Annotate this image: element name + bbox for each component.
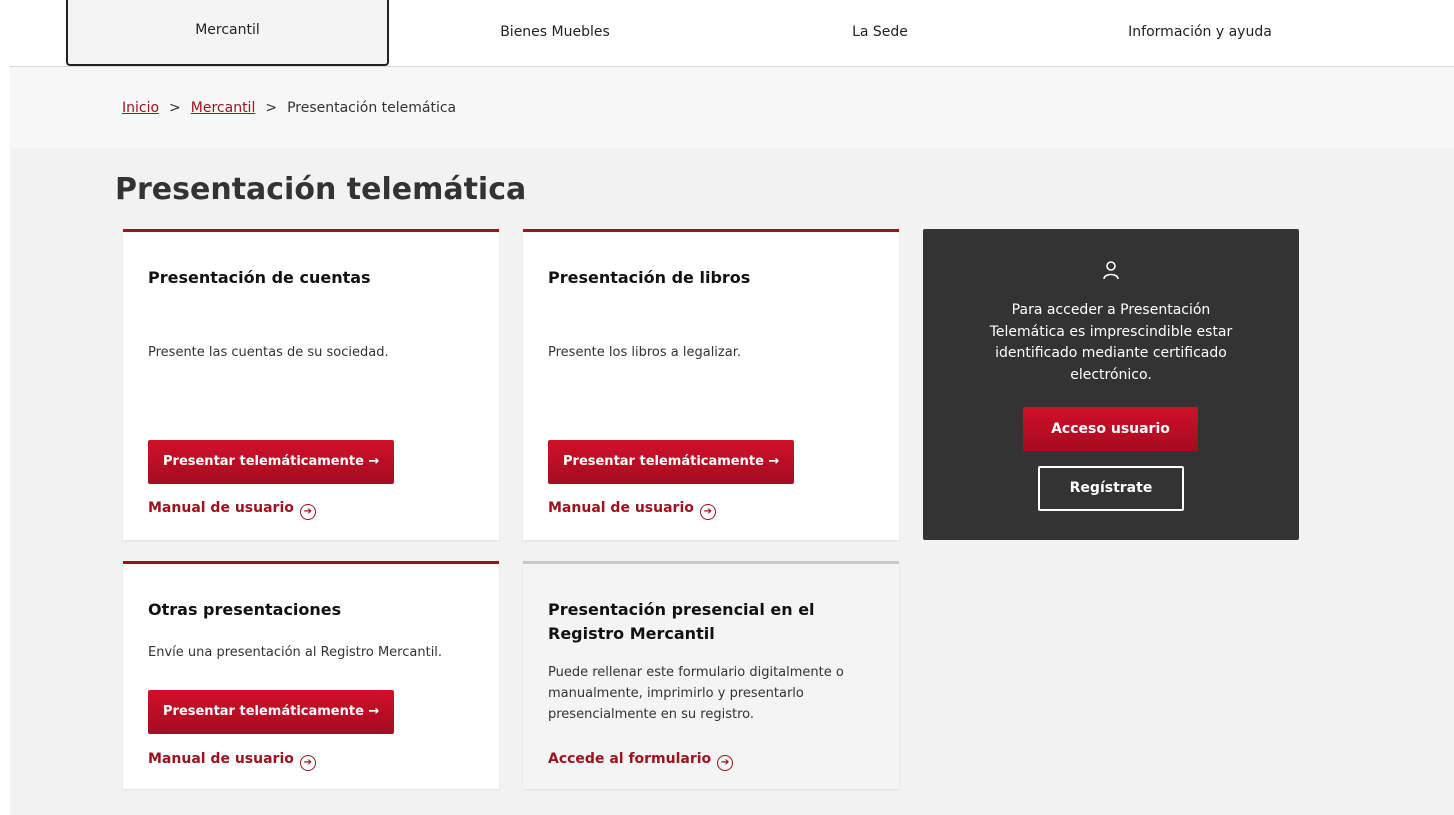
breadcrumb-home-link[interactable]: Inicio [122,100,159,116]
login-panel: Para acceder a Presentación Telemática e… [923,229,1299,540]
card-title: Presentación de libros [548,268,751,287]
page-title: Presentación telemática [115,172,527,207]
link-label: Manual de usuario [148,751,294,767]
card-title: Presentación de cuentas [148,268,371,287]
card-description: Envíe una presentación al Registro Merca… [148,645,443,660]
manual-usuario-link[interactable]: Manual de usuario ➔ [148,500,316,520]
user-icon [1103,261,1119,280]
link-label: Manual de usuario [148,500,294,516]
acceso-usuario-button[interactable]: Acceso usuario [1023,407,1198,451]
card-description: Puede rellenar este formulario digitalme… [548,665,844,722]
circle-arrow-icon: ➔ [299,504,316,520]
circle-arrow-icon: ➔ [717,755,734,771]
link-label: Accede al formulario [548,751,712,767]
card-title: Otras presentaciones [148,600,342,619]
top-navigation: Mercantil Bienes Muebles La Sede Informa… [10,0,1454,67]
tab-la-sede[interactable]: La Sede [770,0,990,66]
registrate-button[interactable]: Regístrate [1038,466,1184,511]
card-description: Presente los libros a legalizar. [548,345,741,360]
manual-usuario-link[interactable]: Manual de usuario ➔ [548,500,716,520]
breadcrumb-mercantil-link[interactable]: Mercantil [191,100,256,116]
card-title-line1: Presentación presencial en el [548,600,815,619]
login-message: Para acceder a Presentación Telemática e… [989,302,1233,383]
circle-arrow-icon: ➔ [699,504,716,520]
circle-arrow-icon: ➔ [299,755,316,771]
tab-informacion-ayuda[interactable]: Información y ayuda [1070,0,1330,66]
breadcrumb-separator: > [265,100,278,116]
breadcrumb-current: Presentación telemática [287,100,457,116]
breadcrumb-separator: > [169,100,181,116]
link-label: Manual de usuario [548,500,694,516]
card-otras-presentaciones: Otras presentaciones Envíe una presentac… [123,561,499,789]
manual-usuario-link[interactable]: Manual de usuario ➔ [148,751,316,771]
breadcrumb-bar: Inicio > Mercantil > Presentación telemática [10,67,1454,148]
tab-bienes-muebles[interactable]: Bienes Muebles [440,0,670,66]
tab-mercantil[interactable]: Mercantil [66,0,389,66]
card-description: Presente las cuentas de su sociedad. [148,345,389,360]
card-presentacion-libros: Presentación de libros Presente los libr… [523,229,899,540]
card-presentacion-cuentas: Presentación de cuentas Presente las cue… [123,229,499,540]
accede-formulario-link[interactable]: Accede al formulario ➔ [548,751,734,771]
breadcrumb: Inicio > Mercantil > Presentación telemática [122,100,456,116]
presentar-telematicamente-button[interactable]: Presentar telemáticamente → [148,440,395,484]
card-title-line2: Registro Mercantil [548,624,715,643]
presentar-telematicamente-button[interactable]: Presentar telemáticamente → [548,440,795,484]
presentar-telematicamente-button[interactable]: Presentar telemáticamente → [148,690,395,734]
card-presentacion-presencial: Presentación presencial en el Registro M… [523,561,899,789]
main-content: Presentación telemática Presentación de … [10,148,1454,815]
